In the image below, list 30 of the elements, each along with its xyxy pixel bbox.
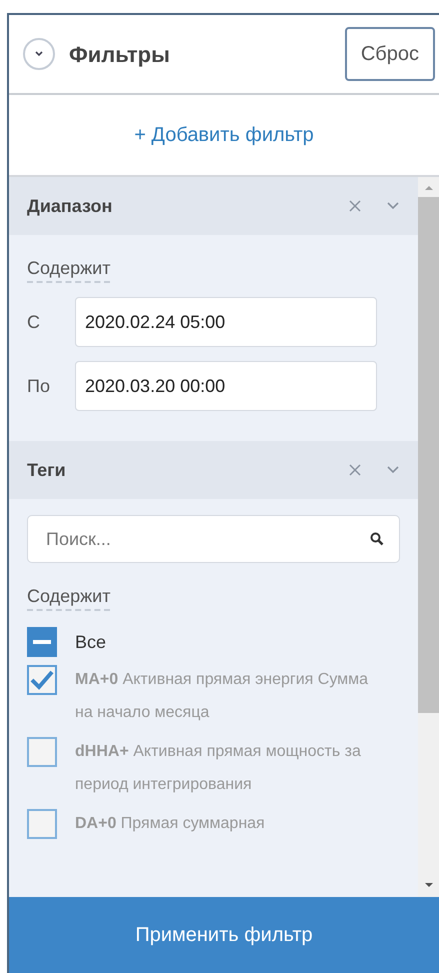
chevron-down-icon <box>33 49 45 59</box>
collapse-toggle[interactable] <box>23 38 55 70</box>
mode-selector[interactable]: Содержит <box>27 583 110 611</box>
checkbox[interactable] <box>27 737 57 767</box>
date-field[interactable]: 2020.02.24 05:00 <box>75 297 377 347</box>
mode-selector[interactable]: Содержит <box>27 255 110 283</box>
search-field[interactable]: Поиск... <box>27 515 400 563</box>
checkbox[interactable] <box>27 665 57 695</box>
search-icon <box>370 532 384 546</box>
checkbox[interactable] <box>27 809 57 839</box>
scrollbar[interactable] <box>418 177 439 897</box>
field-label: С <box>27 310 41 334</box>
add-filter-link[interactable]: + Добавить фильтр <box>134 120 314 150</box>
chevron-down-icon[interactable] <box>386 201 400 211</box>
tag-label: Все <box>75 631 106 654</box>
close-icon[interactable] <box>348 463 362 477</box>
field-label: По <box>27 374 51 398</box>
chevron-down-icon[interactable] <box>386 465 400 475</box>
reset-button[interactable]: Сброс <box>344 27 435 81</box>
panel-title: Фильтры <box>69 40 170 69</box>
section-title: Диапазон <box>27 194 112 218</box>
checkmark-icon <box>30 670 54 690</box>
checkbox[interactable] <box>27 627 57 657</box>
close-icon[interactable] <box>348 199 362 213</box>
tag-label: dHHA+ Активная прямая мощность за период интегрирования <box>75 742 362 795</box>
minus-icon <box>33 640 51 644</box>
date-field[interactable]: 2020.03.20 00:00 <box>75 361 377 411</box>
tag-label: DA+0 Прямая суммарная <box>75 814 266 834</box>
section-title: Теги <box>27 458 66 482</box>
apply-filter-button[interactable]: Применить фильтр <box>9 897 439 973</box>
